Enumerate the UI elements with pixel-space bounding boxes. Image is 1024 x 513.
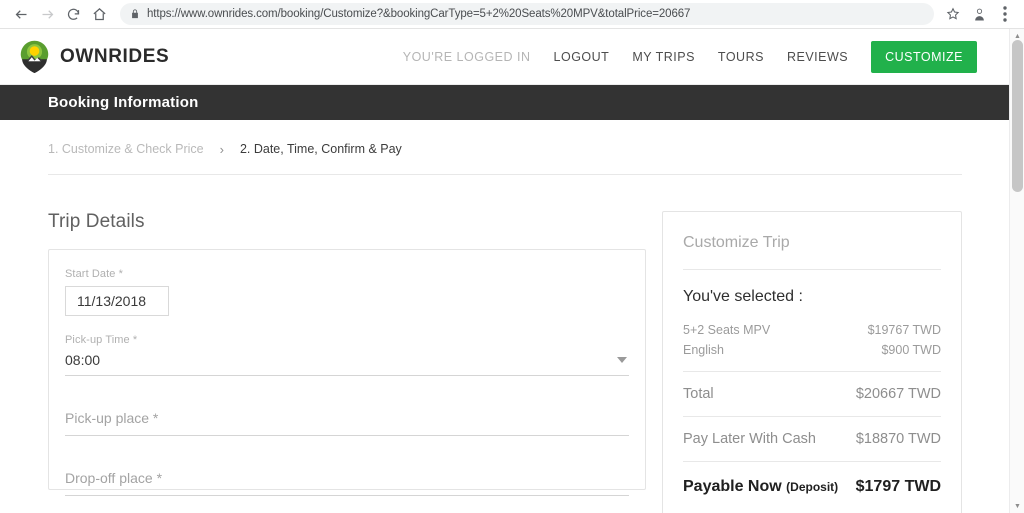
selected-item-row: 5+2 Seats MPV $19767 TWD xyxy=(683,320,941,340)
total-row: Total $20667 TWD xyxy=(683,372,941,417)
payable-now-label: Payable Now (Deposit) xyxy=(683,478,838,496)
trip-details-title: Trip Details xyxy=(48,211,145,232)
deposit-note: (Deposit) xyxy=(786,480,839,494)
three-dot-menu-icon[interactable] xyxy=(992,1,1018,27)
dropoff-place-placeholder: Drop-off place * xyxy=(65,470,163,486)
start-date-field: Start Date * 11/13/2018 xyxy=(65,268,629,316)
trip-details-form: Start Date * 11/13/2018 Pick-up Time * 0… xyxy=(48,249,646,496)
breadcrumb-step-1[interactable]: 1. Customize & Check Price xyxy=(48,142,204,156)
payable-now-text: Payable Now xyxy=(683,478,782,495)
summary-column: Customize Trip You've selected : 5+2 Sea… xyxy=(662,211,962,513)
selected-item-price: $900 TWD xyxy=(881,343,941,357)
customize-button[interactable]: CUSTOMIZE xyxy=(871,40,977,73)
chevron-down-icon xyxy=(617,357,627,363)
nav-item-reviews[interactable]: REVIEWS xyxy=(787,50,848,64)
page-scrollbar[interactable]: ▲ ▼ xyxy=(1009,29,1024,513)
address-bar[interactable]: https://www.ownrides.com/booking/Customi… xyxy=(120,3,934,25)
pay-later-row: Pay Later With Cash $18870 TWD xyxy=(683,417,941,462)
breadcrumb: 1. Customize & Check Price › 2. Date, Ti… xyxy=(48,120,962,175)
url-text: https://www.ownrides.com/booking/Customi… xyxy=(147,8,691,20)
scrollbar-thumb[interactable] xyxy=(1012,40,1023,192)
brand-logo[interactable]: OWNRIDES xyxy=(18,40,169,73)
breadcrumb-step-2[interactable]: 2. Date, Time, Confirm & Pay xyxy=(240,142,402,156)
pickup-time-select[interactable]: 08:00 xyxy=(65,352,629,376)
scroll-down-arrow-icon[interactable]: ▼ xyxy=(1010,499,1024,513)
star-icon[interactable] xyxy=(940,1,966,27)
selected-heading: You've selected : xyxy=(683,288,803,305)
pay-later-label: Pay Later With Cash xyxy=(683,431,816,447)
selected-items-group: 5+2 Seats MPV $19767 TWD English $900 TW… xyxy=(683,320,941,372)
reload-icon[interactable] xyxy=(60,1,86,27)
home-icon[interactable] xyxy=(86,1,112,27)
payable-now-row: Payable Now (Deposit) $1797 TWD xyxy=(683,462,941,513)
main-navigation: YOU'RE LOGGED IN LOGOUT MY TRIPS TOURS R… xyxy=(402,40,977,73)
pickup-place-placeholder: Pick-up place * xyxy=(65,410,159,426)
nav-item-my-trips[interactable]: MY TRIPS xyxy=(632,50,695,64)
booking-information-bar: Booking Information xyxy=(0,85,1009,120)
selected-item-price: $19767 TWD xyxy=(867,323,941,337)
back-arrow-icon[interactable] xyxy=(8,1,34,27)
customize-trip-card: Customize Trip You've selected : 5+2 Sea… xyxy=(662,211,962,513)
lock-icon xyxy=(130,8,140,20)
pay-later-value: $18870 TWD xyxy=(855,431,941,447)
forward-arrow-icon[interactable] xyxy=(34,1,60,27)
profile-avatar-icon[interactable] xyxy=(966,1,992,27)
content-area: Trip Details Start Date * 11/13/2018 Pic… xyxy=(48,175,962,513)
selected-item-label: 5+2 Seats MPV xyxy=(683,323,771,337)
chevron-right-icon: › xyxy=(219,141,224,157)
pickup-time-value: 08:00 xyxy=(65,352,101,368)
pickup-time-label: Pick-up Time * xyxy=(65,334,138,346)
nav-logged-in-status: YOU'RE LOGGED IN xyxy=(402,49,531,64)
selected-item-row: English $900 TWD xyxy=(683,340,941,360)
trip-details-column: Trip Details Start Date * 11/13/2018 Pic… xyxy=(48,211,646,513)
start-date-label: Start Date * xyxy=(65,268,124,280)
customize-trip-title: Customize Trip xyxy=(683,212,941,270)
total-label: Total xyxy=(683,386,714,402)
pickup-place-input[interactable]: Pick-up place * xyxy=(65,410,629,436)
page-viewport: OWNRIDES YOU'RE LOGGED IN LOGOUT MY TRIP… xyxy=(0,29,1009,513)
nav-item-tours[interactable]: TOURS xyxy=(718,50,764,64)
payable-now-value: $1797 TWD xyxy=(855,478,941,495)
selected-item-label: English xyxy=(683,343,724,357)
location-pin-sun-mountain-logo xyxy=(20,40,49,73)
total-value: $20667 TWD xyxy=(855,386,941,402)
dropoff-place-input[interactable]: Drop-off place * xyxy=(65,470,629,496)
browser-toolbar: https://www.ownrides.com/booking/Customi… xyxy=(0,0,1024,29)
nav-item-logout[interactable]: LOGOUT xyxy=(554,50,610,64)
site-header: OWNRIDES YOU'RE LOGGED IN LOGOUT MY TRIP… xyxy=(0,29,1009,85)
start-date-input[interactable]: 11/13/2018 xyxy=(65,286,169,316)
pickup-time-field: Pick-up Time * 08:00 xyxy=(65,334,629,376)
brand-name: OWNRIDES xyxy=(60,45,170,67)
page-title: Booking Information xyxy=(48,94,199,111)
